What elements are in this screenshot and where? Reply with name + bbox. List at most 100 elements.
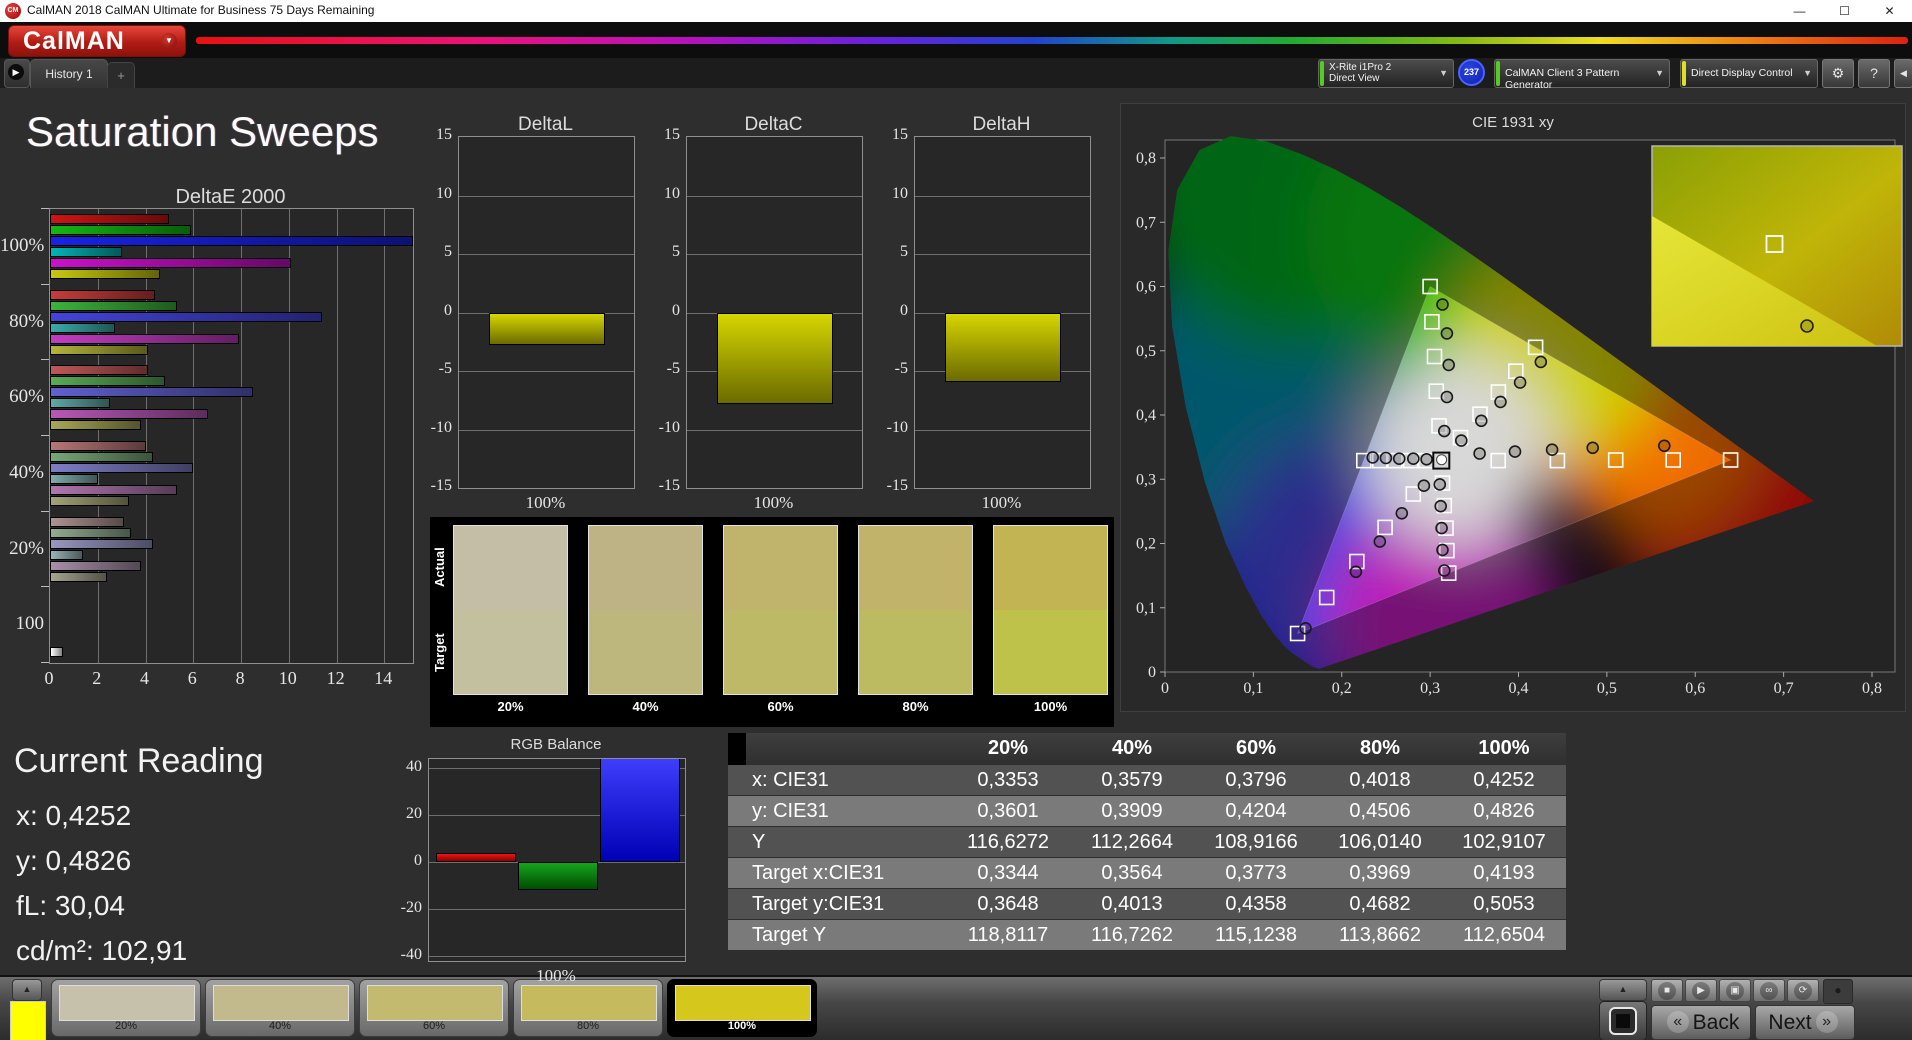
gridline	[687, 195, 862, 197]
gridline	[915, 429, 1090, 431]
table-row-label: Target x:CIE31	[752, 862, 885, 884]
patch-button-20%[interactable]: 20%	[51, 979, 201, 1037]
axis-tick-label: 0	[444, 301, 452, 319]
measured-marker-red	[1473, 447, 1486, 460]
gridline	[687, 254, 862, 255]
close-button[interactable]: ✕	[1867, 0, 1912, 22]
table-cell: 0,4826	[1473, 800, 1535, 822]
axis-tick-label: -15	[430, 477, 452, 494]
display-control-name: Direct Display Control	[1691, 67, 1793, 79]
svg-text:0,2: 0,2	[1136, 536, 1156, 553]
play-button[interactable]: ▶	[1685, 979, 1717, 1002]
actual-target-swatch-panel: Actual Target 20% 40% 60% 80% 100%	[430, 517, 1114, 727]
deltaL-bar	[489, 312, 605, 346]
table-cell: 102,9107	[1462, 831, 1546, 853]
axis-tick-label: 15	[436, 126, 452, 143]
meter-reading-badge[interactable]: 237	[1458, 59, 1485, 86]
workflow-collapse-button[interactable]: ▶	[4, 59, 30, 88]
patch-button-40%[interactable]: 40%	[205, 979, 355, 1037]
swatch-40%	[588, 525, 703, 695]
pattern-window-button[interactable]	[1599, 1001, 1647, 1040]
axis-tick-label: -20	[400, 899, 422, 917]
gridline	[336, 209, 338, 663]
svg-text:0,1: 0,1	[1243, 680, 1263, 697]
table-row-label: x: CIE31	[752, 769, 829, 791]
back-button[interactable]: «Back	[1651, 1005, 1751, 1040]
rgb-bar-blue	[600, 759, 680, 863]
settings-button[interactable]: ⚙	[1822, 59, 1854, 88]
axis-label: 100%	[981, 493, 1022, 512]
deltaE-bar-100-white	[50, 647, 64, 658]
refresh-button[interactable]: ⟳	[1787, 979, 1819, 1002]
current-reading-value: x: 0,4252	[16, 800, 132, 831]
deltaC-bar	[717, 312, 833, 404]
deltaE-bar-20%-magenta	[50, 560, 141, 571]
swatch-target	[589, 610, 702, 694]
tab-history-1[interactable]: History 1	[30, 59, 108, 88]
chevron-left-icon: ◀	[1900, 68, 1907, 78]
deltaE-bar-80%-blue	[50, 311, 323, 322]
measured-marker-green	[1440, 327, 1454, 340]
svg-text:0: 0	[1148, 664, 1156, 681]
swatch-actual	[859, 526, 972, 610]
table-row: y: CIE31 0,3601 0,3909 0,4204 0,4506 0,4826	[728, 796, 1566, 827]
deltaE-bar-80%-red	[50, 289, 156, 300]
pattern-window-button[interactable]: ▣	[1719, 979, 1751, 1002]
pattern-source-name: CalMAN Client 3 Pattern Generator	[1505, 67, 1620, 91]
deltaH-bar	[945, 312, 1061, 382]
gridline	[193, 209, 195, 663]
pattern-popup-button[interactable]: ▲	[1599, 979, 1647, 1001]
axis-tick-label: 10	[278, 668, 297, 688]
deltaH-plot	[914, 136, 1091, 489]
axis-tick-label: 5	[900, 243, 908, 260]
patch-label: 60%	[422, 1020, 446, 1032]
gridline	[288, 209, 290, 663]
swatch-actual	[454, 526, 567, 610]
window-title: CalMAN 2018 CalMAN Ultimate for Business…	[27, 3, 375, 17]
chevron-down-icon: ▼	[1439, 68, 1448, 78]
record-button[interactable]: ●	[1823, 979, 1853, 1004]
svg-text:0,8: 0,8	[1862, 680, 1882, 697]
deltaE-bar-100%-green	[50, 225, 191, 235]
add-tab-button[interactable]: +	[107, 62, 135, 88]
calman-menu-button[interactable]: CalMAN ▼	[8, 25, 186, 57]
next-button[interactable]: Next»	[1755, 1005, 1855, 1040]
deltaE-bar-40%-yellow	[50, 496, 129, 506]
swatch-label: 100%	[1033, 699, 1068, 714]
deltaC-plot	[686, 136, 863, 489]
current-reading-value: fL: 30,04	[16, 890, 125, 921]
patch-button-60%[interactable]: 60%	[359, 979, 509, 1037]
minimize-button[interactable]: —	[1777, 0, 1822, 22]
table-row: Target Y 118,8117 116,7262 115,1238 113,8662…	[728, 920, 1566, 951]
meter-device-dropdown[interactable]: X-Rite i1Pro 2 Direct View ▼	[1318, 59, 1454, 88]
deltaE-bar-100%-red	[50, 214, 170, 224]
stop-button[interactable]: ■	[1651, 979, 1683, 1002]
continuous-button[interactable]: ∞	[1753, 979, 1785, 1002]
deltaE-bar-20%-blue	[50, 538, 153, 549]
display-control-dropdown[interactable]: Direct Display Control ▼	[1680, 59, 1818, 88]
deltaE-group-label: 100	[15, 613, 45, 635]
patch-button-100%[interactable]: 100%	[667, 979, 817, 1037]
axis-tick-label: 0	[414, 852, 422, 870]
patch-color	[213, 985, 349, 1021]
gridline	[459, 195, 634, 197]
deltaE-bar-60%-magenta	[50, 409, 208, 420]
deltaE-bar-40%-green	[50, 452, 153, 462]
pattern-source-dropdown[interactable]: CalMAN Client 3 Pattern Generator ▼	[1494, 59, 1670, 91]
axis-tick-label: 0	[900, 301, 908, 319]
table-column-header: 40%	[1111, 737, 1153, 759]
table-cell: 113,8662	[1339, 924, 1421, 946]
swatch-target	[994, 610, 1107, 694]
svg-text:0,2: 0,2	[1332, 680, 1352, 697]
axis-tick-label: 4	[140, 668, 149, 688]
patch-popup-button[interactable]: ▲	[12, 979, 42, 1001]
help-button[interactable]: ?	[1858, 59, 1890, 88]
gridline	[459, 254, 634, 255]
maximize-button[interactable]: ☐	[1822, 0, 1867, 22]
back-arrow-icon: «	[1666, 1010, 1689, 1033]
axis-tick	[41, 208, 49, 209]
side-panel-toggle[interactable]: ◀	[1894, 59, 1912, 88]
patch-button-80%[interactable]: 80%	[513, 979, 663, 1037]
table-row: Y 116,6272 112,2664 108,9166 106,0140 102,910…	[728, 827, 1566, 858]
patch-color	[521, 985, 657, 1021]
